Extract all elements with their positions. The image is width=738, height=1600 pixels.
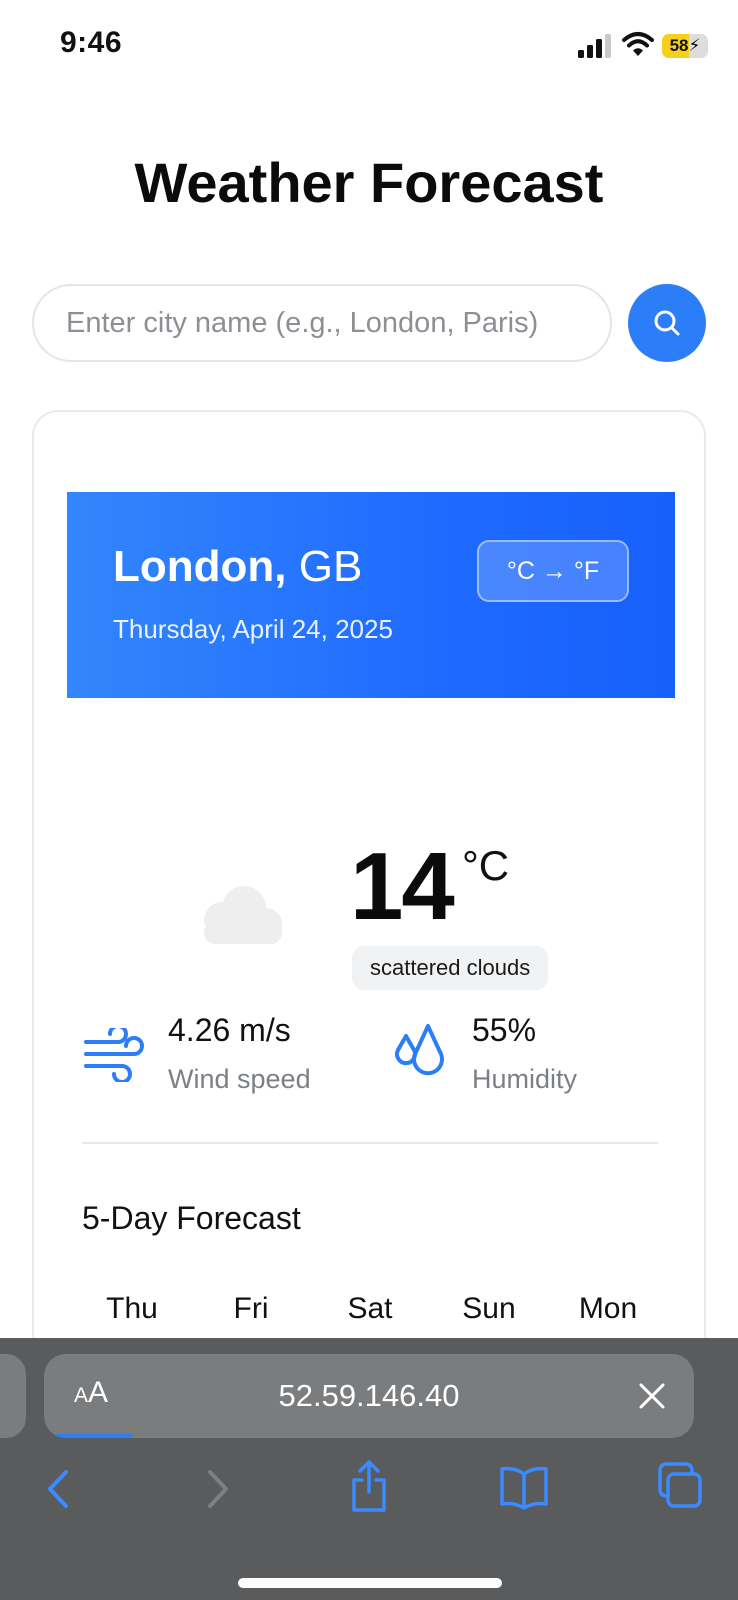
home-indicator [238,1578,502,1588]
forecast-day[interactable]: Thu [82,1292,182,1326]
wifi-icon [622,32,654,56]
current-date: Thursday, April 24, 2025 [113,614,393,644]
previous-tab-preview[interactable] [0,1354,26,1438]
forecast-day[interactable]: Sun [439,1292,539,1326]
wind-speed-value: 4.26 m/s [168,1012,291,1048]
humidity-value: 55% [472,1012,537,1048]
forecast-day[interactable]: Mon [558,1292,658,1326]
weather-card: London, GB Thursday, April 24, 2025 °C →… [32,410,706,1370]
city-name: London, [113,542,287,591]
aa-small-glyph: A [74,1384,89,1407]
charging-bolt-icon: ⚡ [688,36,701,55]
forecast-title: 5-Day Forecast [82,1200,301,1236]
page-title: Weather Forecast [134,151,604,214]
weather-app-page: 9:46 58⚡ Weather Forecast London, [0,0,738,1600]
book-icon[interactable] [498,1464,550,1510]
condition-badge: scattered clouds [352,946,549,990]
forecast-day[interactable]: Fri [201,1292,301,1326]
url-text[interactable]: 52.59.146.40 [44,1354,694,1438]
temperature-value: 14 [350,833,455,940]
wind-icon [84,1028,144,1082]
tabs-icon[interactable] [656,1460,704,1510]
search-button[interactable] [628,284,706,362]
humidity-label: Humidity [472,1064,578,1094]
reader-options-button[interactable]: AA [74,1376,108,1410]
temperature-unit: °C [462,842,510,889]
page-load-progress [54,1434,132,1438]
forecast-days: Thu Fri Sat Sun Mon [82,1292,658,1326]
aa-large-glyph: A [88,1376,109,1409]
divider [82,1142,658,1144]
chevron-left-icon[interactable] [40,1466,76,1512]
battery-indicator: 58 ⚡ [662,34,708,58]
country-code: GB [298,542,363,591]
battery-percent: 58 [669,36,689,55]
wind-speed-label: Wind speed [168,1064,311,1094]
chevron-right-icon[interactable] [200,1466,236,1512]
close-icon[interactable] [636,1380,668,1412]
cloud-icon [204,886,282,944]
location-banner: London, GB Thursday, April 24, 2025 °C →… [67,492,675,698]
address-bar[interactable]: 52.59.146.40 AA [44,1354,694,1438]
share-icon[interactable] [348,1458,390,1514]
location-heading: London, GB [113,542,362,592]
unit-toggle-button[interactable]: °C → °F [477,540,629,602]
status-bar: 9:46 58 ⚡ [0,0,738,92]
humidity-icon [395,1024,444,1076]
search-icon [654,310,680,336]
status-time: 9:46 [60,26,123,59]
city-search-input[interactable] [32,284,612,362]
browser-toolbar: 52.59.146.40 AA [0,1338,738,1600]
cellular-signal-icon [578,34,611,58]
forecast-day[interactable]: Sat [320,1292,420,1326]
